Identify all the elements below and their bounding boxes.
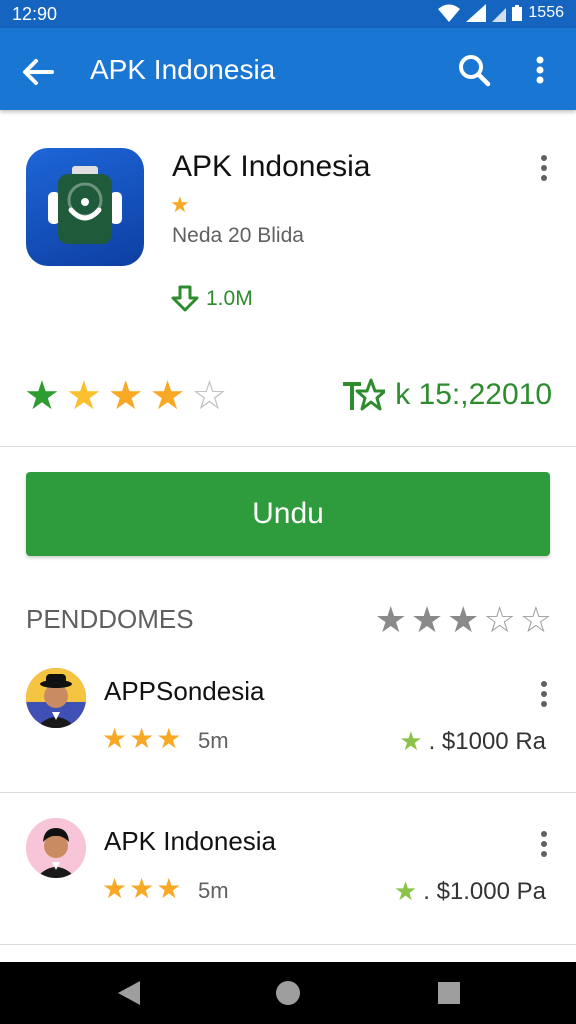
review-menu-button[interactable]	[534, 828, 554, 860]
more-vert-icon	[541, 681, 547, 707]
divider	[0, 944, 576, 945]
nav-home-button[interactable]	[273, 978, 303, 1008]
divider	[0, 446, 576, 447]
review-price: ★ . $1.000 Pa	[394, 876, 546, 907]
app-name: APK Indonesia	[172, 150, 371, 183]
review-item[interactable]: APPSondesia ★★★ 5m ★ . $1000 Ra	[0, 660, 576, 780]
star-empty-icon: ☆	[519, 599, 552, 640]
overflow-menu-button[interactable]	[526, 50, 554, 90]
status-bar: 12:90 1556	[0, 0, 576, 28]
app-bar-title: APK Indonesia	[90, 54, 276, 85]
wifi-icon	[438, 4, 461, 22]
review-price: ★ . $1000 Ra	[399, 726, 546, 757]
review-author: APK Indonesia	[104, 826, 277, 856]
more-vert-icon	[541, 831, 547, 857]
review-time: 5m	[198, 878, 229, 903]
review-author: APPSondesia	[104, 676, 265, 706]
square-recents-icon	[438, 982, 460, 1004]
avatar	[26, 818, 86, 878]
star-icon: ★	[24, 374, 60, 418]
divider	[0, 792, 576, 793]
arrow-left-icon	[23, 59, 54, 85]
app-menu-button[interactable]	[534, 152, 554, 184]
install-button-label: Undu	[252, 497, 324, 530]
star-icon: ★	[447, 599, 480, 640]
avatar-image	[26, 818, 86, 878]
search-button[interactable]	[454, 50, 494, 90]
install-button[interactable]: Undu	[26, 472, 550, 556]
star-trophy-icon	[343, 378, 386, 411]
nav-back-button[interactable]	[114, 978, 144, 1008]
star-empty-icon: ☆	[483, 599, 516, 640]
signal-icon-2	[492, 8, 507, 22]
reviews-section-title: PENDDOMES	[26, 604, 194, 634]
review-item[interactable]: APK Indonesia ★★★ 5m ★ . $1.000 Pa	[0, 810, 576, 930]
battery-icon	[512, 5, 523, 21]
more-vert-icon	[536, 56, 544, 84]
review-stars: ★★★	[102, 873, 184, 904]
app-stat: k 15:,22010	[341, 378, 552, 412]
circle-home-icon	[276, 981, 300, 1005]
star-outline-icon: ★	[399, 726, 423, 756]
system-nav-bar	[0, 962, 576, 1024]
review-menu-button[interactable]	[534, 678, 554, 710]
signal-icon	[466, 4, 487, 22]
battery-text: 1556	[528, 4, 564, 21]
back-button[interactable]	[18, 52, 58, 92]
review-time: 5m	[198, 728, 229, 753]
review-stars: ★★★	[102, 723, 184, 754]
download-icon	[171, 285, 199, 312]
download-count-text: 1.0M	[206, 287, 253, 310]
star-icon: ★	[149, 374, 186, 418]
nav-recents-button[interactable]	[434, 978, 464, 1008]
star-icon: ★	[410, 599, 444, 640]
star-icon: ★	[65, 374, 102, 418]
featured-star-icon: ★	[170, 192, 190, 217]
reviews-section-stars: ★ ★ ★ ☆ ☆	[375, 600, 552, 640]
app-icon	[26, 148, 144, 266]
robot-face-icon	[48, 166, 122, 244]
review-price-text: . $1.000 Pa	[423, 877, 546, 905]
download-count: 1.0M	[170, 284, 253, 314]
more-vert-icon	[541, 155, 547, 181]
star-outline-icon: ★	[393, 876, 418, 906]
app-header: APK Indonesia ★ Neda 20 Blida 1.0M ★ ★ ★…	[0, 110, 576, 446]
avatar-image	[26, 668, 86, 728]
app-bar: APK Indonesia	[0, 28, 576, 110]
developer-name: Neda 20 Blida	[172, 224, 304, 247]
triangle-back-icon	[118, 981, 140, 1005]
star-icon: ★	[374, 599, 407, 640]
app-stat-text: k 15:,22010	[395, 378, 552, 411]
status-time: 12:90	[12, 4, 58, 24]
review-price-text: . $1000 Ra	[428, 727, 546, 755]
search-icon	[459, 55, 491, 87]
status-icons: 1556	[438, 4, 564, 22]
app-rating-stars: ★ ★ ★ ★ ☆	[24, 376, 227, 416]
star-icon: ★	[107, 374, 144, 418]
star-empty-icon: ☆	[191, 374, 228, 418]
avatar	[26, 668, 86, 728]
